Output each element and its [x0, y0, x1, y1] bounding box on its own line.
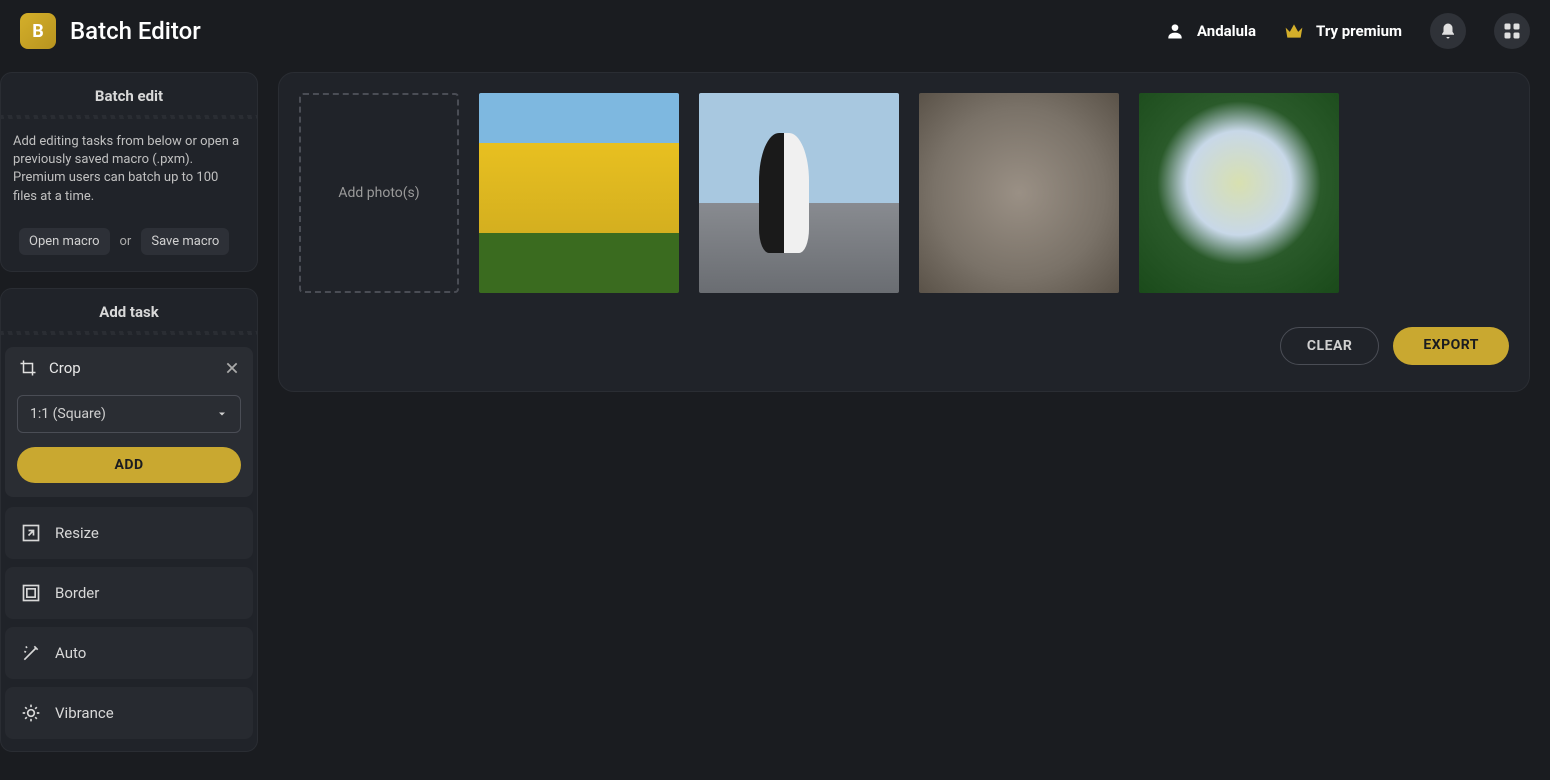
batch-edit-info: Add editing tasks from below or open a p… — [11, 133, 247, 206]
thumbnails-row: Add photo(s) — [299, 93, 1509, 293]
user-name: Andalula — [1197, 22, 1256, 40]
thumbnail-penguins[interactable] — [699, 93, 899, 293]
clear-button[interactable]: CLEAR — [1280, 327, 1379, 365]
batch-edit-panel: Batch edit Add editing tasks from below … — [0, 72, 258, 272]
premium-label: Try premium — [1316, 22, 1402, 40]
chevron-down-icon — [216, 408, 228, 420]
bell-icon — [1439, 22, 1457, 40]
app-header: B Batch Editor Andalula Try premium — [0, 0, 1550, 62]
add-photos-label: Add photo(s) — [338, 185, 419, 201]
grid-icon — [1503, 22, 1521, 40]
crop-task-card: Crop 1:1 (Square) ADD — [5, 347, 253, 497]
or-text: or — [120, 234, 132, 249]
crop-close-button[interactable] — [225, 361, 239, 375]
task-item-label: Auto — [55, 644, 86, 662]
task-item-label: Border — [55, 584, 99, 602]
export-button[interactable]: EXPORT — [1393, 327, 1509, 365]
task-item-resize[interactable]: Resize — [5, 507, 253, 559]
content-panel: Add photo(s) CLEAR EXPORT — [278, 72, 1530, 392]
add-photos-button[interactable]: Add photo(s) — [299, 93, 459, 293]
batch-edit-title: Batch edit — [1, 73, 257, 119]
crop-ratio-value: 1:1 (Square) — [30, 406, 106, 422]
header-left: B Batch Editor — [20, 13, 201, 49]
crop-label: Crop — [49, 359, 213, 377]
header-right: Andalula Try premium — [1165, 13, 1530, 49]
crop-task-body: 1:1 (Square) ADD — [5, 389, 253, 497]
crown-icon — [1284, 22, 1304, 40]
crop-task-head: Crop — [5, 347, 253, 389]
main: Batch edit Add editing tasks from below … — [0, 62, 1550, 780]
crop-add-button[interactable]: ADD — [17, 447, 241, 483]
thumbnail-hydrangea[interactable] — [1139, 93, 1339, 293]
user-icon — [1165, 21, 1185, 41]
batch-edit-body: Add editing tasks from below or open a p… — [1, 119, 257, 271]
try-premium-button[interactable]: Try premium — [1284, 22, 1402, 40]
user-menu[interactable]: Andalula — [1165, 21, 1256, 41]
close-icon — [225, 361, 239, 375]
border-icon — [21, 583, 41, 603]
resize-icon — [21, 523, 41, 543]
task-item-auto[interactable]: Auto — [5, 627, 253, 679]
magic-wand-icon — [21, 643, 41, 663]
app-logo: B — [20, 13, 56, 49]
apps-button[interactable] — [1494, 13, 1530, 49]
sun-icon — [21, 703, 41, 723]
thumbnail-tulips[interactable] — [479, 93, 679, 293]
content-actions: CLEAR EXPORT — [299, 327, 1509, 365]
save-macro-button[interactable]: Save macro — [141, 228, 229, 255]
macro-row: Open macro or Save macro — [11, 228, 247, 255]
task-item-border[interactable]: Border — [5, 567, 253, 619]
sidebar: Batch edit Add editing tasks from below … — [0, 72, 258, 780]
crop-ratio-select[interactable]: 1:1 (Square) — [17, 395, 241, 433]
add-task-title: Add task — [1, 289, 257, 335]
thumbnail-koala[interactable] — [919, 93, 1119, 293]
task-item-label: Resize — [55, 524, 99, 542]
task-item-label: Vibrance — [55, 704, 114, 722]
app-title: Batch Editor — [70, 17, 201, 45]
add-task-panel: Add task Crop 1:1 (Square) — [0, 288, 258, 752]
crop-icon — [19, 359, 37, 377]
open-macro-button[interactable]: Open macro — [19, 228, 110, 255]
task-item-vibrance[interactable]: Vibrance — [5, 687, 253, 739]
notifications-button[interactable] — [1430, 13, 1466, 49]
